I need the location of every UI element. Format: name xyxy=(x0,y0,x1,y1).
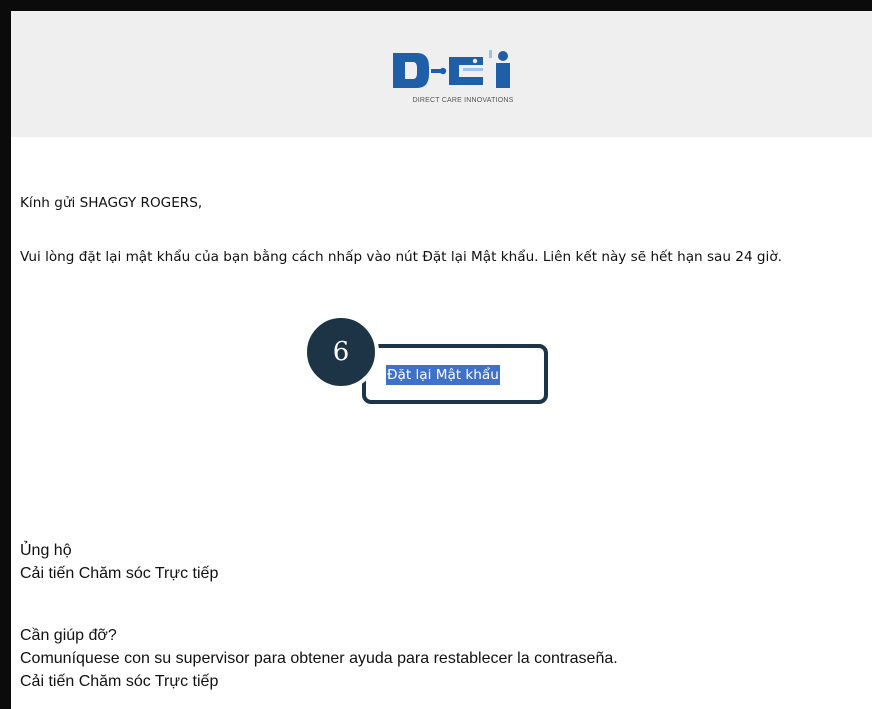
reset-callout-box: Đặt lại Mật khẩu xyxy=(362,344,548,404)
signoff-line-1: Ủng hộ xyxy=(20,542,72,559)
email-header: DIRECT CARE INNOVATIONS xyxy=(11,11,872,137)
step-number-badge: 6 xyxy=(303,314,379,390)
help-text: Comuníquese con su supervisor para obten… xyxy=(20,650,618,667)
email-frame: DIRECT CARE INNOVATIONS Kính gửi SHAGGY … xyxy=(0,0,872,709)
logo-caption: DIRECT CARE INNOVATIONS xyxy=(412,97,514,104)
help-title: Cần giúp đỡ? xyxy=(20,627,117,644)
signoff-line-2: Cải tiến Chăm sóc Trực tiếp xyxy=(20,565,219,582)
reset-password-link[interactable]: Đặt lại Mật khẩu xyxy=(386,365,500,385)
email-greeting: Kính gửi SHAGGY ROGERS, xyxy=(20,195,203,211)
email-instructions: Vui lòng đặt lại mật khẩu của bạn bằng c… xyxy=(20,249,782,265)
help-signature: Cải tiến Chăm sóc Trực tiếp xyxy=(20,673,219,690)
